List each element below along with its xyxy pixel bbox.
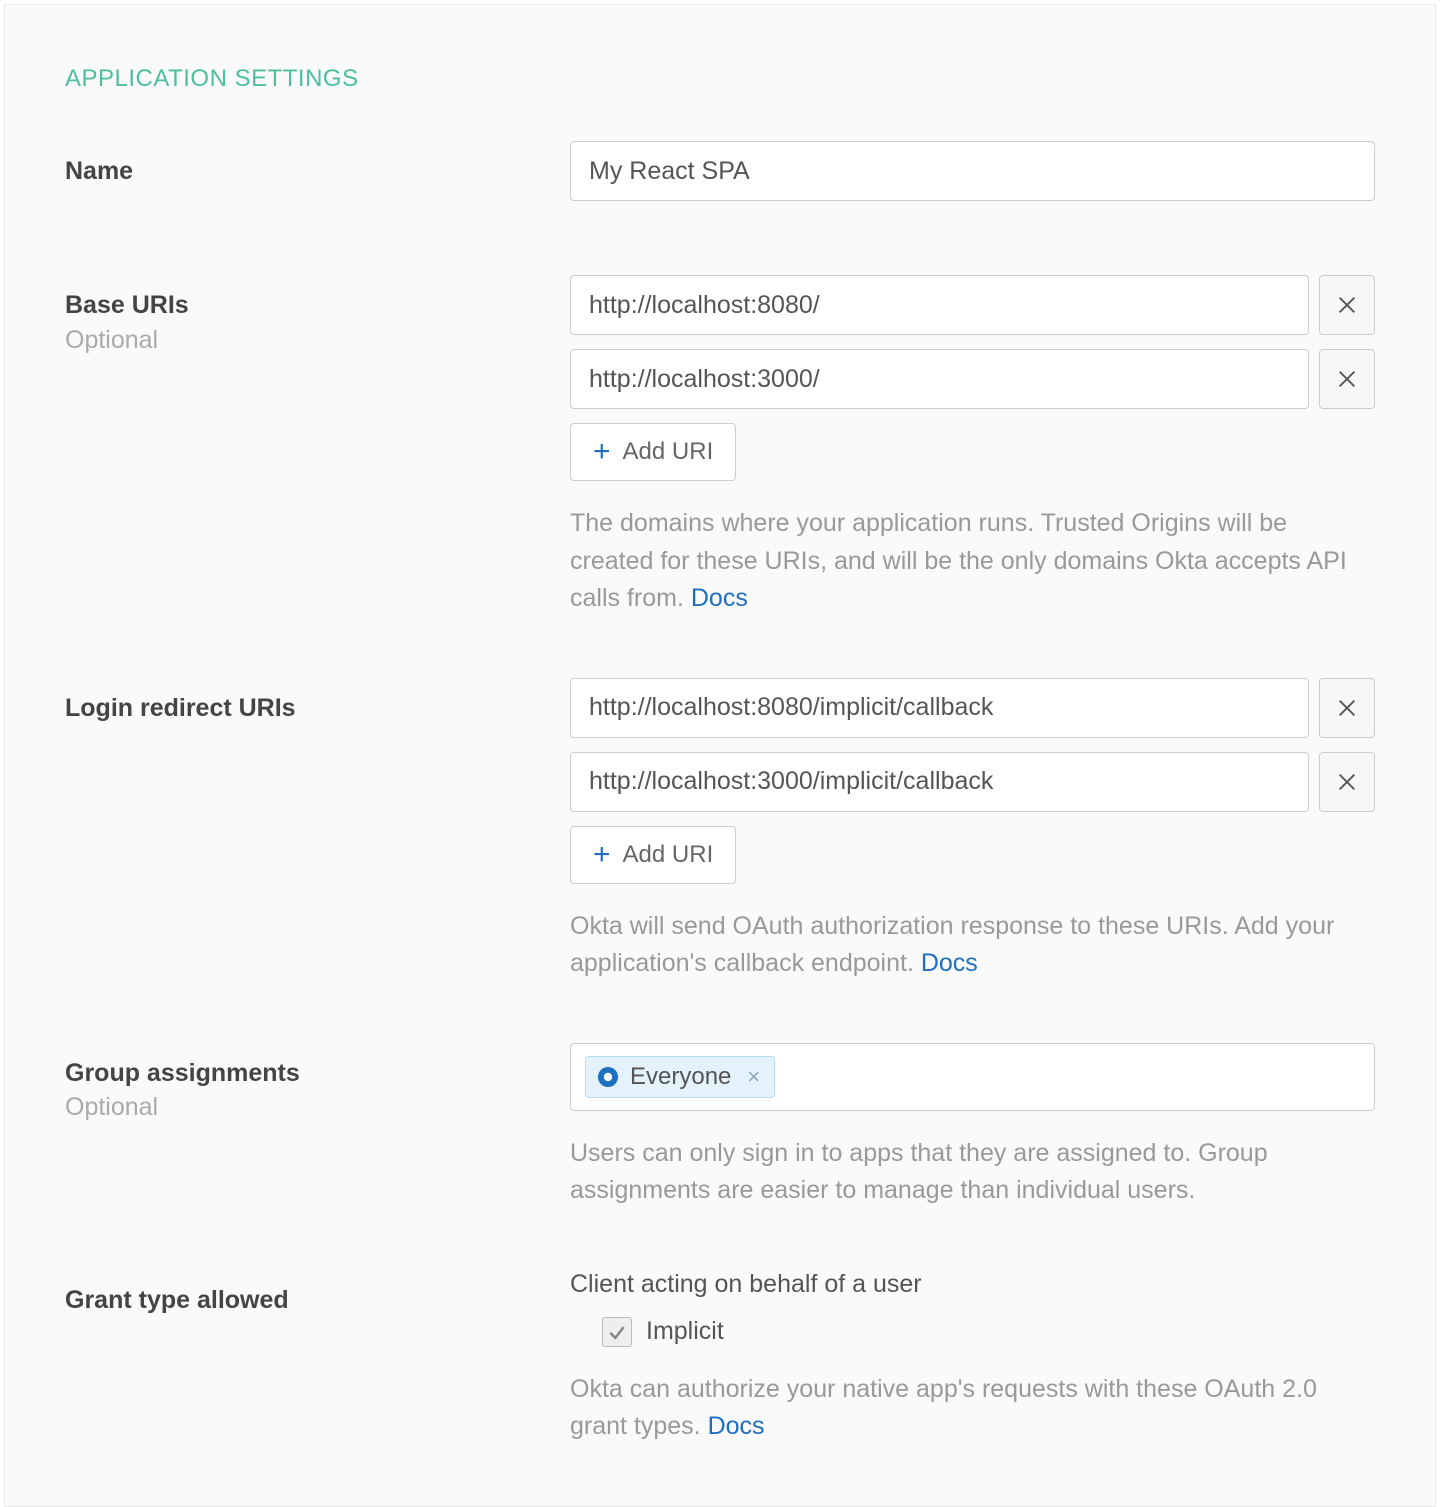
remove-login-redirect-1-button[interactable]	[1319, 752, 1375, 812]
row-group-assignments: Group assignments Optional Everyone × Us…	[65, 1043, 1375, 1210]
application-settings-panel: APPLICATION SETTINGS Name Base URIs Opti…	[4, 4, 1436, 1507]
add-login-redirect-label: Add URI	[623, 841, 714, 869]
close-icon	[1336, 368, 1358, 390]
login-redirect-help: Okta will send OAuth authorization respo…	[570, 908, 1375, 983]
remove-base-uri-1-button[interactable]	[1319, 349, 1375, 409]
plus-icon: +	[593, 840, 611, 870]
base-uris-label: Base URIs	[65, 289, 570, 322]
remove-base-uri-0-button[interactable]	[1319, 275, 1375, 335]
group-assignments-label: Group assignments	[65, 1057, 570, 1090]
add-base-uri-label: Add URI	[623, 438, 714, 466]
group-chip-label: Everyone	[630, 1063, 731, 1091]
section-title: APPLICATION SETTINGS	[65, 65, 1375, 93]
add-base-uri-button[interactable]: + Add URI	[570, 423, 736, 481]
implicit-checkbox[interactable]	[602, 1317, 632, 1347]
row-login-redirect: Login redirect URIs + Add URI Okta will …	[65, 678, 1375, 983]
login-redirect-input-1[interactable]	[570, 752, 1309, 812]
login-redirect-docs-link[interactable]: Docs	[921, 949, 978, 977]
base-uris-sublabel: Optional	[65, 324, 570, 357]
group-icon	[596, 1065, 620, 1089]
group-chip-everyone[interactable]: Everyone ×	[585, 1056, 775, 1098]
close-icon	[1336, 771, 1358, 793]
implicit-label: Implicit	[646, 1317, 724, 1346]
login-redirect-label: Login redirect URIs	[65, 692, 570, 725]
group-assignments-input[interactable]: Everyone ×	[570, 1043, 1375, 1111]
row-base-uris: Base URIs Optional + Add URI The do	[65, 275, 1375, 618]
base-uris-help: The domains where your application runs.…	[570, 505, 1375, 618]
grant-type-label: Grant type allowed	[65, 1284, 570, 1317]
plus-icon: +	[593, 437, 611, 467]
close-icon	[1336, 697, 1358, 719]
row-grant-type: Grant type allowed Client acting on beha…	[65, 1270, 1375, 1446]
grant-type-docs-link[interactable]: Docs	[708, 1412, 765, 1440]
row-name: Name	[65, 141, 1375, 215]
grant-type-help: Okta can authorize your native app's req…	[570, 1371, 1375, 1446]
check-icon	[607, 1322, 627, 1342]
group-assignments-help: Users can only sign in to apps that they…	[570, 1135, 1375, 1210]
base-uri-input-0[interactable]	[570, 275, 1309, 335]
base-uri-input-1[interactable]	[570, 349, 1309, 409]
remove-login-redirect-0-button[interactable]	[1319, 678, 1375, 738]
close-icon	[1336, 294, 1358, 316]
grant-type-subheading: Client acting on behalf of a user	[570, 1270, 1375, 1299]
group-assignments-sublabel: Optional	[65, 1091, 570, 1124]
base-uris-docs-link[interactable]: Docs	[691, 584, 748, 612]
name-label: Name	[65, 155, 570, 188]
login-redirect-input-0[interactable]	[570, 678, 1309, 738]
add-login-redirect-button[interactable]: + Add URI	[570, 826, 736, 884]
remove-chip-icon[interactable]: ×	[747, 1064, 760, 1090]
name-input[interactable]	[570, 141, 1375, 201]
